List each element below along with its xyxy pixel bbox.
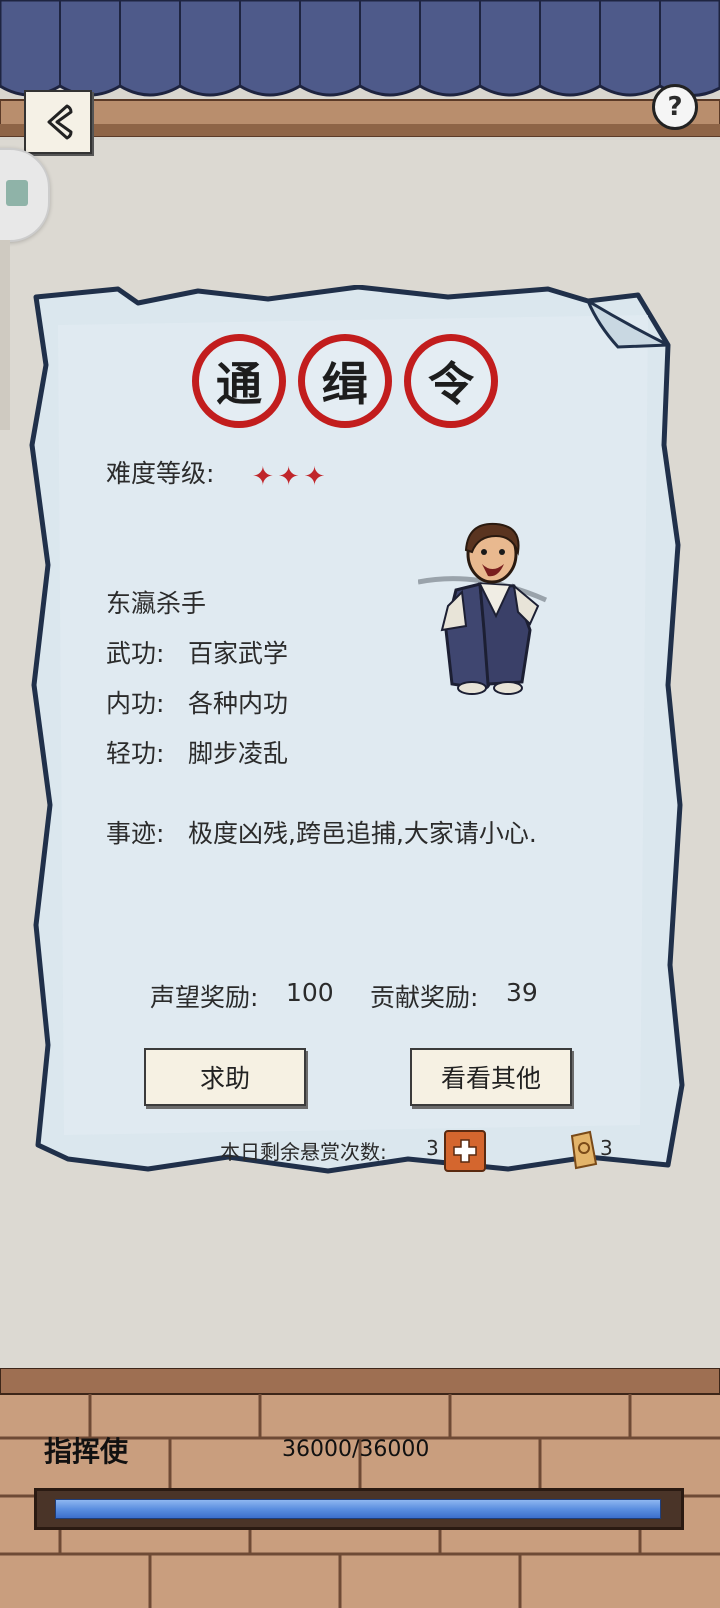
- help-button[interactable]: ?: [652, 84, 698, 130]
- stamp-3: 令: [404, 334, 498, 428]
- deeds-label: 事迹:: [106, 819, 165, 848]
- add-bounty-button[interactable]: [444, 1130, 486, 1172]
- fame-reward-value: 100: [286, 978, 334, 1007]
- chevron-left-icon: [47, 104, 73, 140]
- difficulty-stars: ✦ ✦ ✦: [252, 462, 325, 492]
- wanted-title-stamps: 通 缉 令: [192, 334, 502, 430]
- progress-bar-fill: [55, 1499, 661, 1519]
- inner-label: 内功:: [106, 689, 165, 718]
- assassin-portrait: [418, 522, 548, 695]
- side-edge-strip: [0, 240, 10, 430]
- token-icon: [570, 1130, 598, 1170]
- roof-decoration: [0, 0, 720, 140]
- light-label: 轻功:: [106, 739, 165, 768]
- contrib-reward-label: 贡献奖励:: [370, 983, 479, 1012]
- view-others-button[interactable]: 看看其他: [410, 1048, 572, 1106]
- rank-title: 指挥使: [44, 1435, 129, 1468]
- martial-value: 百家武学: [188, 639, 289, 668]
- star-icon: ✦: [303, 462, 326, 492]
- inner-value: 各种内功: [188, 689, 289, 718]
- deeds-value: 极度凶残,跨邑追捕,大家请小心.: [188, 819, 537, 848]
- remaining-bounties-count: 3: [426, 1136, 439, 1160]
- progress-text: 36000/36000: [282, 1437, 430, 1462]
- progress-bar: [34, 1488, 684, 1530]
- fame-reward-label: 声望奖励:: [150, 983, 259, 1012]
- stamp-1: 通: [192, 334, 286, 428]
- help-request-button[interactable]: 求助: [144, 1048, 306, 1106]
- star-icon: ✦: [252, 462, 274, 492]
- floating-side-tab[interactable]: [0, 148, 50, 242]
- back-button[interactable]: [24, 90, 92, 154]
- cube-icon: [6, 180, 28, 206]
- target-name: 东瀛杀手: [106, 589, 207, 618]
- contrib-reward-value: 39: [506, 978, 538, 1007]
- star-icon: ✦: [277, 462, 300, 492]
- stamp-2: 缉: [298, 334, 392, 428]
- martial-label: 武功:: [106, 639, 165, 668]
- question-icon: ?: [667, 92, 683, 122]
- token-count: 3: [600, 1136, 613, 1160]
- remaining-bounties-label: 本日剩余悬赏次数:: [220, 1140, 387, 1164]
- plus-icon: [453, 1139, 477, 1163]
- difficulty-label: 难度等级:: [106, 459, 215, 488]
- light-value: 脚步凌乱: [188, 739, 289, 768]
